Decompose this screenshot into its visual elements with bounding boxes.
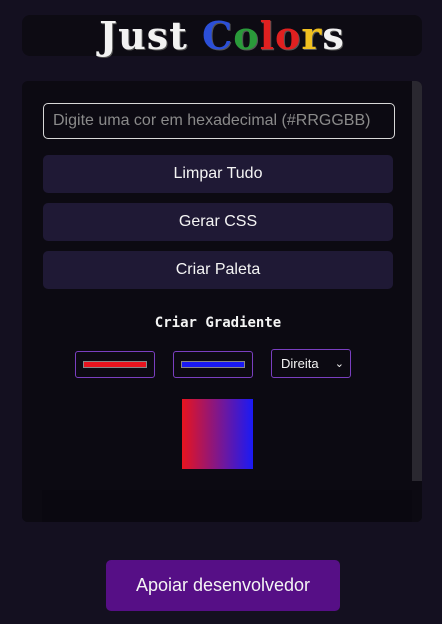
logo-letter: J: [99, 12, 119, 58]
clear-all-button[interactable]: Limpar Tudo: [43, 155, 393, 193]
app-logo: Just Colors: [99, 12, 345, 58]
logo-letter: [188, 17, 202, 55]
app-header: Just Colors: [22, 15, 422, 56]
main-panel: Limpar Tudo Gerar CSS Criar Paleta Criar…: [22, 81, 422, 522]
logo-letter: C: [201, 12, 234, 58]
gradient-direction-value: Direita: [281, 356, 319, 371]
logo-letter: r: [301, 12, 323, 58]
logo-letter: t: [169, 12, 188, 58]
gradient-color-2-picker[interactable]: [173, 351, 253, 378]
gradient-color-1-picker[interactable]: [75, 351, 155, 378]
vertical-scrollbar-thumb[interactable]: [412, 81, 422, 481]
gradient-preview: [182, 399, 253, 469]
gradient-color-1-swatch: [83, 361, 147, 368]
logo-letter: s: [322, 12, 345, 58]
logo-letter: u: [118, 12, 147, 58]
gradient-direction-select[interactable]: Direita ⌄: [271, 349, 351, 378]
logo-letter: o: [233, 12, 260, 58]
support-developer-button[interactable]: Apoiar desenvolvedor: [106, 560, 340, 611]
logo-letter: l: [259, 12, 276, 58]
chevron-down-icon: ⌄: [334, 358, 344, 370]
hex-color-input[interactable]: [43, 103, 395, 139]
horizontal-scrollbar-track[interactable]: [42, 490, 414, 522]
logo-letter: s: [146, 12, 170, 58]
create-palette-button[interactable]: Criar Paleta: [43, 251, 393, 289]
vertical-scrollbar-track[interactable]: [412, 81, 422, 522]
logo-letter: o: [275, 12, 302, 58]
generate-css-button[interactable]: Gerar CSS: [43, 203, 393, 241]
gradient-title: Criar Gradiente: [154, 315, 282, 331]
gradient-color-2-swatch: [181, 361, 245, 368]
